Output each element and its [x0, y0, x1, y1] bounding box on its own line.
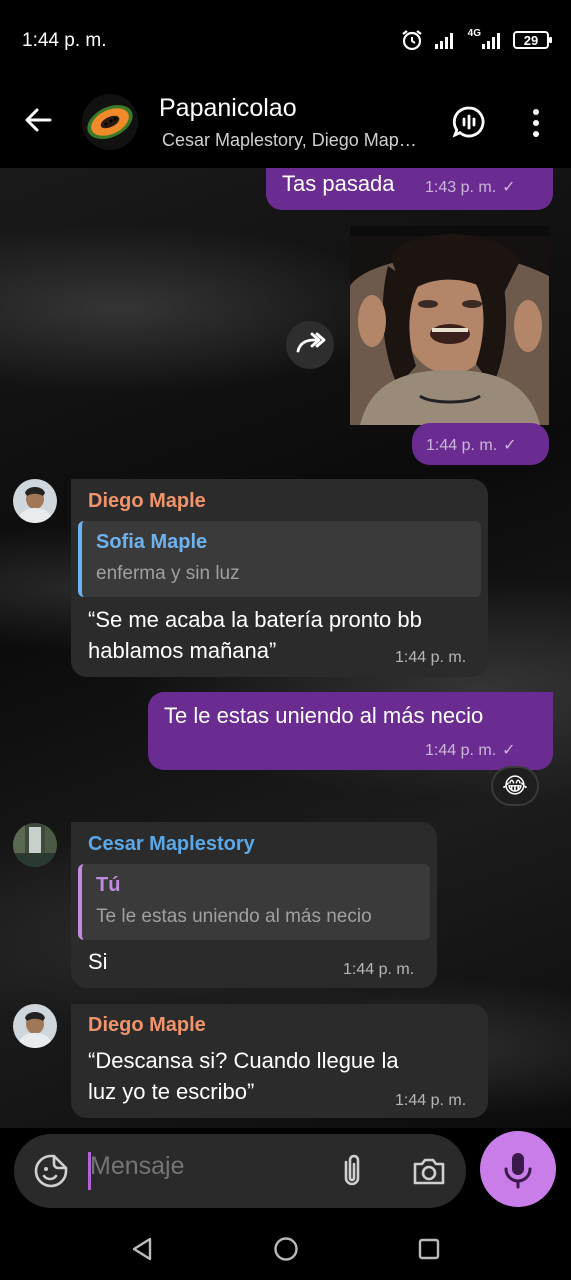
reply-quote[interactable]: Tú Te le estas uniendo al más necio: [78, 864, 430, 940]
message-image[interactable]: [350, 226, 549, 425]
reply-text: Te le estas uniendo al más necio: [96, 906, 372, 927]
battery-icon: 29: [513, 31, 552, 49]
message-time: 1:44 p. m.: [395, 649, 467, 666]
status-icons: 4G 29: [400, 28, 552, 52]
avatar-diego[interactable]: [13, 479, 57, 523]
sent-check-icon: ✓: [503, 437, 517, 454]
reply-sender: Sofia Maple: [96, 531, 208, 553]
message-time: 1:44 p. m.: [343, 961, 415, 978]
time-label: 1:43 p. m.: [425, 179, 497, 196]
sender-name: Cesar Maplestory: [88, 833, 255, 855]
time-label: 1:44 p. m.: [426, 437, 498, 454]
message-text-line2: luz yo te escribo”: [88, 1079, 255, 1104]
sender-name: Diego Maple: [88, 490, 206, 512]
voice-chat-icon: [452, 106, 485, 138]
reply-text: enferma y sin luz: [96, 563, 240, 584]
signal-4g-icon: [482, 33, 500, 49]
camera-icon: [413, 1158, 445, 1185]
attach-button[interactable]: [336, 1152, 368, 1190]
back-button[interactable]: [20, 102, 56, 138]
image-time-badge: 1:44 p. m. ✓: [412, 423, 549, 465]
avatar-cesar[interactable]: [13, 823, 57, 867]
message-time: 1:44 p. m. ✓: [426, 435, 517, 455]
message-text-line1: “Se me acaba la batería pronto bb: [88, 607, 422, 632]
more-options-button[interactable]: [524, 106, 548, 140]
nav-home-icon[interactable]: [273, 1236, 299, 1262]
chat-title[interactable]: Papanicolao: [159, 94, 297, 123]
battery-level: 29: [523, 32, 539, 48]
camera-button[interactable]: [410, 1152, 448, 1190]
system-nav-bar: [0, 1218, 571, 1280]
forward-button[interactable]: [286, 321, 334, 369]
sticker-button[interactable]: [32, 1152, 70, 1190]
message-time: 1:44 p. m.: [395, 1092, 467, 1109]
papaya-avatar-icon: [87, 105, 133, 139]
nav-back-icon[interactable]: [130, 1236, 154, 1262]
alarm-icon: [401, 30, 422, 51]
message-incoming[interactable]: Diego Maple Sofia Maple enferma y sin lu…: [71, 479, 488, 677]
more-vert-icon: [533, 109, 539, 137]
mic-icon: [504, 1153, 532, 1189]
message-incoming[interactable]: Cesar Maplestory Tú Te le estas uniendo …: [71, 822, 437, 988]
status-bar: 1:44 p. m. 4G 29: [0, 0, 571, 80]
message-input[interactable]: [90, 1152, 310, 1181]
reaction-emoji: 😂: [502, 773, 528, 798]
group-avatar[interactable]: [82, 94, 138, 150]
message-incoming[interactable]: Diego Maple “Descansa si? Cuando llegue …: [71, 1004, 488, 1118]
time-label: 1:44 p. m.: [425, 742, 497, 759]
waterfall-avatar-icon: [13, 823, 57, 867]
signal-4g: 4G: [467, 28, 503, 50]
photo-thumbnail: [350, 226, 549, 425]
signal-icon: [434, 33, 453, 49]
person-avatar-icon: [13, 479, 57, 523]
reaction-badge[interactable]: 😂: [491, 766, 539, 806]
message-time: 1:44 p. m. ✓: [425, 740, 516, 760]
back-arrow-icon: [25, 108, 52, 132]
sticker-icon: [34, 1154, 68, 1188]
voice-chat-button[interactable]: [451, 104, 487, 140]
message-outgoing[interactable]: Tas pasada 1:43 p. m. ✓: [266, 168, 553, 210]
reply-quote[interactable]: Sofia Maple enferma y sin luz: [78, 521, 481, 597]
avatar-diego[interactable]: [13, 1004, 57, 1048]
message-time: 1:43 p. m. ✓: [425, 177, 516, 197]
message-outgoing[interactable]: Te le estas uniendo al más necio 1:44 p.…: [148, 692, 553, 770]
sent-check-icon: ✓: [502, 742, 516, 759]
message-text-line2: hablamos mañana”: [88, 638, 277, 663]
person-avatar-icon: [13, 1004, 57, 1048]
reply-sender: Tú: [96, 874, 121, 896]
sender-name: Diego Maple: [88, 1014, 206, 1036]
chat-header: Papanicolao Cesar Maplestory, Diego Map…: [0, 80, 571, 168]
nav-recents-icon[interactable]: [417, 1237, 441, 1261]
status-time: 1:44 p. m.: [22, 30, 107, 51]
message-text: Tas pasada: [282, 171, 395, 196]
message-text-line1: “Descansa si? Cuando llegue la: [88, 1048, 399, 1073]
forward-icon: [296, 332, 326, 353]
network-label: 4G: [467, 28, 481, 39]
attach-icon: [344, 1154, 360, 1186]
sent-check-icon: ✓: [502, 179, 516, 196]
message-text: Si: [88, 949, 108, 974]
chat-members[interactable]: Cesar Maplestory, Diego Map…: [162, 130, 417, 151]
chat-area[interactable]: Tas pasada 1:43 p. m. ✓ 1:44 p. m. ✓ Die…: [0, 168, 571, 1128]
mic-button[interactable]: [480, 1131, 556, 1207]
message-text: Te le estas uniendo al más necio: [164, 703, 484, 728]
